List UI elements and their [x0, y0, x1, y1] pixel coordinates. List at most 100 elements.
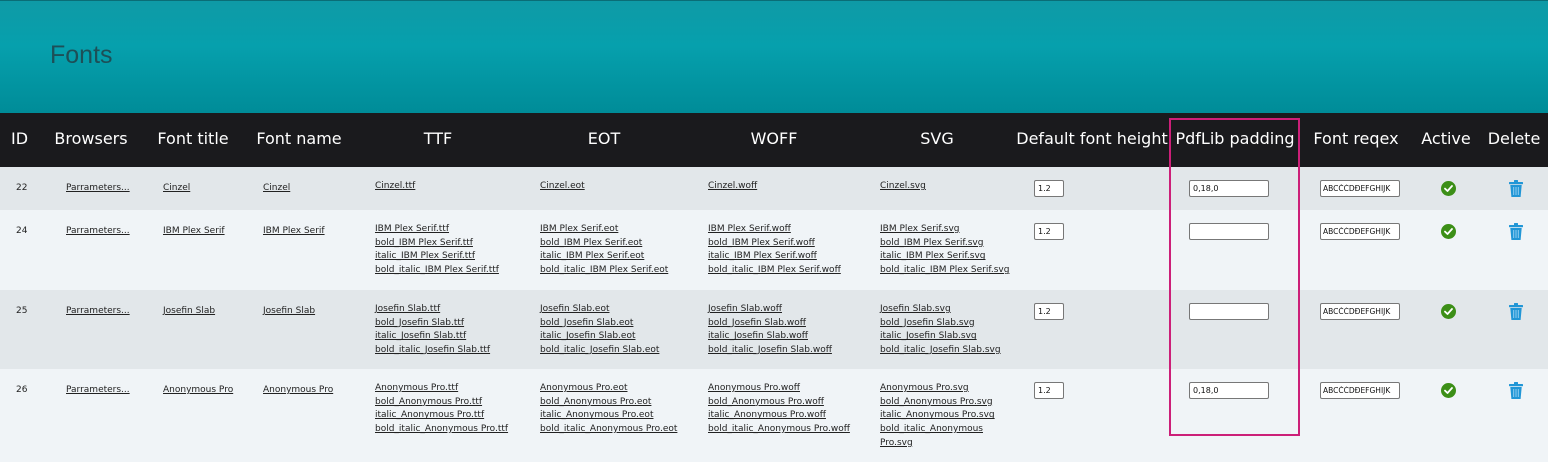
- column-header-font-name[interactable]: Font name: [256, 113, 341, 167]
- pdflib-padding-input[interactable]: [1189, 382, 1269, 399]
- column-header-eot[interactable]: EOT: [588, 113, 620, 167]
- default-font-height-input[interactable]: [1034, 382, 1064, 399]
- column-header-active[interactable]: Active: [1421, 113, 1471, 167]
- trash-icon[interactable]: [1509, 223, 1523, 240]
- woff-file-link[interactable]: italic_Anonymous Pro.woff: [708, 409, 850, 423]
- column-header-browsers[interactable]: Browsers: [54, 113, 127, 167]
- woff-file-link[interactable]: bold_italic_Josefin Slab.woff: [708, 344, 832, 358]
- svg-file-link[interactable]: bold_IBM Plex Serif.svg: [880, 237, 1009, 251]
- ttf-file-link[interactable]: IBM Plex Serif.ttf: [375, 223, 499, 237]
- font-regex-input[interactable]: [1320, 180, 1400, 197]
- ttf-file-link[interactable]: Josefin Slab.ttf: [375, 303, 490, 317]
- ttf-file-link[interactable]: bold_Anonymous Pro.ttf: [375, 396, 508, 410]
- eot-file-link[interactable]: Anonymous Pro.eot: [540, 382, 677, 396]
- svg-file-link[interactable]: italic_IBM Plex Serif.svg: [880, 250, 1009, 264]
- eot-file-link[interactable]: bold_Josefin Slab.eot: [540, 317, 659, 331]
- ttf-file-link[interactable]: italic_Josefin Slab.ttf: [375, 330, 490, 344]
- browsers-parameters-link[interactable]: Parrameters...: [66, 306, 130, 316]
- svg-file-link[interactable]: bold_italic_Anonymous: [880, 423, 995, 437]
- ttf-file-link[interactable]: bold_italic_IBM Plex Serif.ttf: [375, 264, 499, 278]
- font-name-link[interactable]: IBM Plex Serif: [263, 226, 325, 236]
- woff-file-link[interactable]: bold_italic_Anonymous Pro.woff: [708, 423, 850, 437]
- default-font-height-input[interactable]: [1034, 223, 1064, 240]
- column-header-font-regex[interactable]: Font reqex: [1313, 113, 1398, 167]
- svg-file-link[interactable]: Pro.svg: [880, 437, 995, 451]
- trash-icon[interactable]: [1509, 180, 1523, 197]
- svg-file-link[interactable]: italic_Josefin Slab.svg: [880, 330, 1001, 344]
- font-regex-input[interactable]: [1320, 382, 1400, 399]
- eot-file-link[interactable]: italic_Anonymous Pro.eot: [540, 409, 677, 423]
- trash-icon[interactable]: [1509, 382, 1523, 399]
- eot-file-link[interactable]: italic_IBM Plex Serif.eot: [540, 250, 668, 264]
- column-header-delete[interactable]: Delete: [1488, 113, 1541, 167]
- font-title-link[interactable]: Anonymous Pro: [163, 385, 233, 395]
- check-circle-icon[interactable]: [1441, 304, 1456, 319]
- column-header-default-font-height[interactable]: Default font height: [1016, 113, 1167, 167]
- ttf-file-link[interactable]: bold_italic_Josefin Slab.ttf: [375, 344, 490, 358]
- woff-file-list: Cinzel.woff: [708, 180, 757, 194]
- column-header-svg[interactable]: SVG: [920, 113, 954, 167]
- column-header-ttf[interactable]: TTF: [424, 113, 452, 167]
- eot-file-link[interactable]: bold_italic_IBM Plex Serif.eot: [540, 264, 668, 278]
- ttf-file-link[interactable]: italic_IBM Plex Serif.ttf: [375, 250, 499, 264]
- woff-file-link[interactable]: Anonymous Pro.woff: [708, 382, 850, 396]
- browsers-parameters-link[interactable]: Parrameters...: [66, 226, 130, 236]
- eot-file-link[interactable]: bold_IBM Plex Serif.eot: [540, 237, 668, 251]
- font-regex-input[interactable]: [1320, 223, 1400, 240]
- woff-file-link[interactable]: Josefin Slab.woff: [708, 303, 832, 317]
- column-header-woff[interactable]: WOFF: [751, 113, 798, 167]
- check-circle-icon[interactable]: [1441, 181, 1456, 196]
- eot-file-link[interactable]: bold_Anonymous Pro.eot: [540, 396, 677, 410]
- pdflib-padding-input[interactable]: [1189, 180, 1269, 197]
- font-title-link[interactable]: IBM Plex Serif: [163, 226, 225, 236]
- browsers-parameters-link[interactable]: Parrameters...: [66, 385, 130, 395]
- pdflib-padding-input[interactable]: [1189, 223, 1269, 240]
- eot-file-link[interactable]: italic_Josefin Slab.eot: [540, 330, 659, 344]
- font-name-link[interactable]: Cinzel: [263, 183, 290, 193]
- woff-file-link[interactable]: bold_Anonymous Pro.woff: [708, 396, 850, 410]
- svg-file-list: Anonymous Pro.svg bold_Anonymous Pro.svg i…: [880, 382, 995, 450]
- woff-file-link[interactable]: bold_IBM Plex Serif.woff: [708, 237, 841, 251]
- ttf-file-link[interactable]: bold_italic_Anonymous Pro.ttf: [375, 423, 508, 437]
- column-header-font-title[interactable]: Font title: [157, 113, 228, 167]
- svg-file-link[interactable]: italic_Anonymous Pro.svg: [880, 409, 995, 423]
- column-header-id[interactable]: ID: [11, 113, 28, 167]
- check-circle-icon[interactable]: [1441, 383, 1456, 398]
- ttf-file-link[interactable]: bold_IBM Plex Serif.ttf: [375, 237, 499, 251]
- ttf-file-link[interactable]: italic_Anonymous Pro.ttf: [375, 409, 508, 423]
- eot-file-link[interactable]: Josefin Slab.eot: [540, 303, 659, 317]
- woff-file-link[interactable]: Cinzel.woff: [708, 180, 757, 194]
- eot-file-link[interactable]: IBM Plex Serif.eot: [540, 223, 668, 237]
- woff-file-link[interactable]: italic_IBM Plex Serif.woff: [708, 250, 841, 264]
- font-regex-input[interactable]: [1320, 303, 1400, 320]
- woff-file-link[interactable]: IBM Plex Serif.woff: [708, 223, 841, 237]
- ttf-file-link[interactable]: Anonymous Pro.ttf: [375, 382, 508, 396]
- default-font-height-input[interactable]: [1034, 303, 1064, 320]
- pdflib-padding-input[interactable]: [1189, 303, 1269, 320]
- svg-file-link[interactable]: Cinzel.svg: [880, 180, 926, 194]
- font-name-link[interactable]: Anonymous Pro: [263, 385, 333, 395]
- trash-icon[interactable]: [1509, 303, 1523, 320]
- eot-file-link[interactable]: bold_italic_Josefin Slab.eot: [540, 344, 659, 358]
- svg-file-link[interactable]: bold_italic_IBM Plex Serif.svg: [880, 264, 1009, 278]
- woff-file-link[interactable]: bold_Josefin Slab.woff: [708, 317, 832, 331]
- ttf-file-link[interactable]: bold_Josefin Slab.ttf: [375, 317, 490, 331]
- eot-file-link[interactable]: bold_italic_Anonymous Pro.eot: [540, 423, 677, 437]
- default-font-height-input[interactable]: [1034, 180, 1064, 197]
- font-name-link[interactable]: Josefin Slab: [263, 306, 315, 316]
- woff-file-link[interactable]: italic_Josefin Slab.woff: [708, 330, 832, 344]
- font-title-link[interactable]: Josefin Slab: [163, 306, 215, 316]
- svg-file-link[interactable]: bold_Anonymous Pro.svg: [880, 396, 995, 410]
- column-header-pdflib-padding[interactable]: PdfLib padding: [1175, 113, 1294, 167]
- font-title-link[interactable]: Cinzel: [163, 183, 190, 193]
- ttf-file-link[interactable]: Cinzel.ttf: [375, 180, 415, 194]
- check-circle-icon[interactable]: [1441, 224, 1456, 239]
- svg-file-link[interactable]: IBM Plex Serif.svg: [880, 223, 1009, 237]
- svg-file-link[interactable]: Josefin Slab.svg: [880, 303, 1001, 317]
- svg-file-link[interactable]: bold_italic_Josefin Slab.svg: [880, 344, 1001, 358]
- svg-file-link[interactable]: bold_Josefin Slab.svg: [880, 317, 1001, 331]
- woff-file-link[interactable]: bold_italic_IBM Plex Serif.woff: [708, 264, 841, 278]
- svg-file-link[interactable]: Anonymous Pro.svg: [880, 382, 995, 396]
- eot-file-link[interactable]: Cinzel.eot: [540, 180, 585, 194]
- browsers-parameters-link[interactable]: Parrameters...: [66, 183, 130, 193]
